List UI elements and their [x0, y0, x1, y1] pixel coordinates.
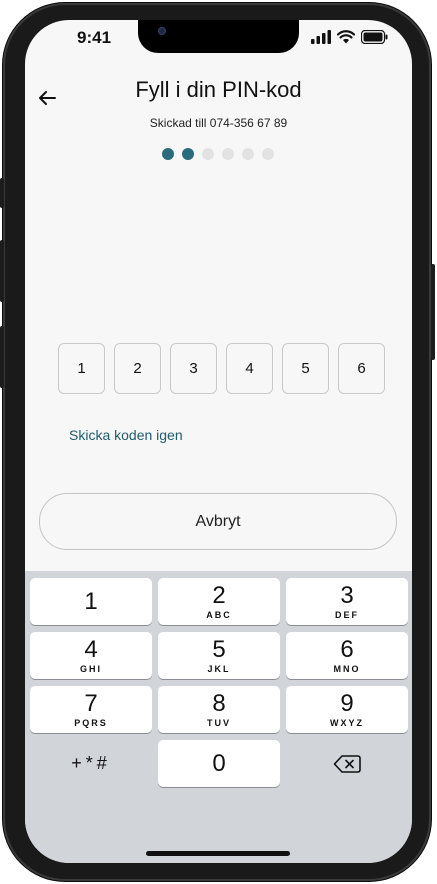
pin-digit-3[interactable]: 3 — [170, 343, 217, 394]
key-8[interactable]: 8 TUV — [158, 686, 280, 733]
key-0[interactable]: 0 — [158, 740, 280, 787]
key-6[interactable]: 6 MNO — [286, 632, 408, 679]
step-dot — [242, 148, 254, 160]
key-letters: PQRS — [74, 717, 108, 728]
key-number: 4 — [84, 635, 98, 663]
pin-digit-2[interactable]: 2 — [114, 343, 161, 394]
key-letters: DEF — [335, 609, 359, 620]
symbols-label: +*# — [71, 753, 111, 773]
notch — [138, 20, 299, 53]
key-5[interactable]: 5 JKL — [158, 632, 280, 679]
key-letters: WXYZ — [330, 717, 364, 728]
key-letters: GHI — [79, 663, 102, 674]
screen: 9:41 Fyll i din PIN-kod Skickad till 074… — [25, 20, 412, 863]
pin-digit-1[interactable]: 1 — [58, 343, 105, 394]
key-3[interactable]: 3 DEF — [286, 578, 408, 625]
key-number: 6 — [340, 635, 354, 663]
status-time: 9:41 — [77, 28, 112, 47]
signal-icon — [311, 30, 331, 44]
key-backspace[interactable] — [286, 740, 408, 787]
key-letters: MNO — [333, 663, 361, 674]
volume-down-button — [0, 326, 4, 388]
pin-digit-5[interactable]: 5 — [282, 343, 329, 394]
step-dot — [262, 148, 274, 160]
camera-icon — [158, 27, 166, 35]
numeric-keyboard: 1 2 ABC 3 DEF 4 GHI 5 JKL 6 MNO 7 PQRS 8 TUV 9W… — [25, 571, 412, 863]
page-title: Fyll i din PIN-kod — [135, 77, 302, 102]
key-1[interactable]: 1 — [30, 578, 152, 625]
key-number: 7 — [84, 689, 98, 717]
backspace-icon — [333, 754, 361, 773]
pin-digit-4[interactable]: 4 — [226, 343, 273, 394]
key-number: 1 — [84, 587, 98, 615]
wifi-icon — [337, 30, 355, 44]
key-symbols[interactable]: +*# — [30, 740, 152, 787]
status-icons — [311, 30, 388, 44]
battery-icon — [361, 30, 388, 44]
power-button — [431, 264, 435, 360]
key-4[interactable]: 4 GHI — [30, 632, 152, 679]
key-number: 8 — [212, 689, 226, 717]
resend-code-link[interactable]: Skicka koden igen — [69, 427, 183, 443]
key-number: 9 — [340, 689, 354, 717]
step-dot — [162, 148, 174, 160]
key-letters: TUV — [207, 717, 231, 728]
key-number: 5 — [212, 635, 226, 663]
home-indicator[interactable] — [146, 851, 290, 856]
key-number: 3 — [340, 581, 354, 609]
pin-input[interactable]: 1 2 3 4 5 6 — [58, 343, 385, 394]
step-dot — [222, 148, 234, 160]
silent-switch — [0, 178, 4, 208]
key-letters: ABC — [206, 609, 232, 620]
sent-to-text: Skickad till 074-356 67 89 — [149, 116, 288, 130]
key-9[interactable]: 9 WXYZ — [286, 686, 408, 733]
cancel-button[interactable]: Avbryt — [39, 493, 397, 550]
key-7[interactable]: 7 PQRS — [30, 686, 152, 733]
volume-up-button — [0, 240, 4, 302]
step-dot — [182, 148, 194, 160]
key-2[interactable]: 2 ABC — [158, 578, 280, 625]
key-number: 2 — [212, 581, 226, 609]
pin-digit-6[interactable]: 6 — [338, 343, 385, 394]
step-indicator — [162, 148, 274, 160]
step-dot — [202, 148, 214, 160]
key-number: 0 — [212, 749, 226, 777]
key-letters: JKL — [207, 663, 231, 674]
